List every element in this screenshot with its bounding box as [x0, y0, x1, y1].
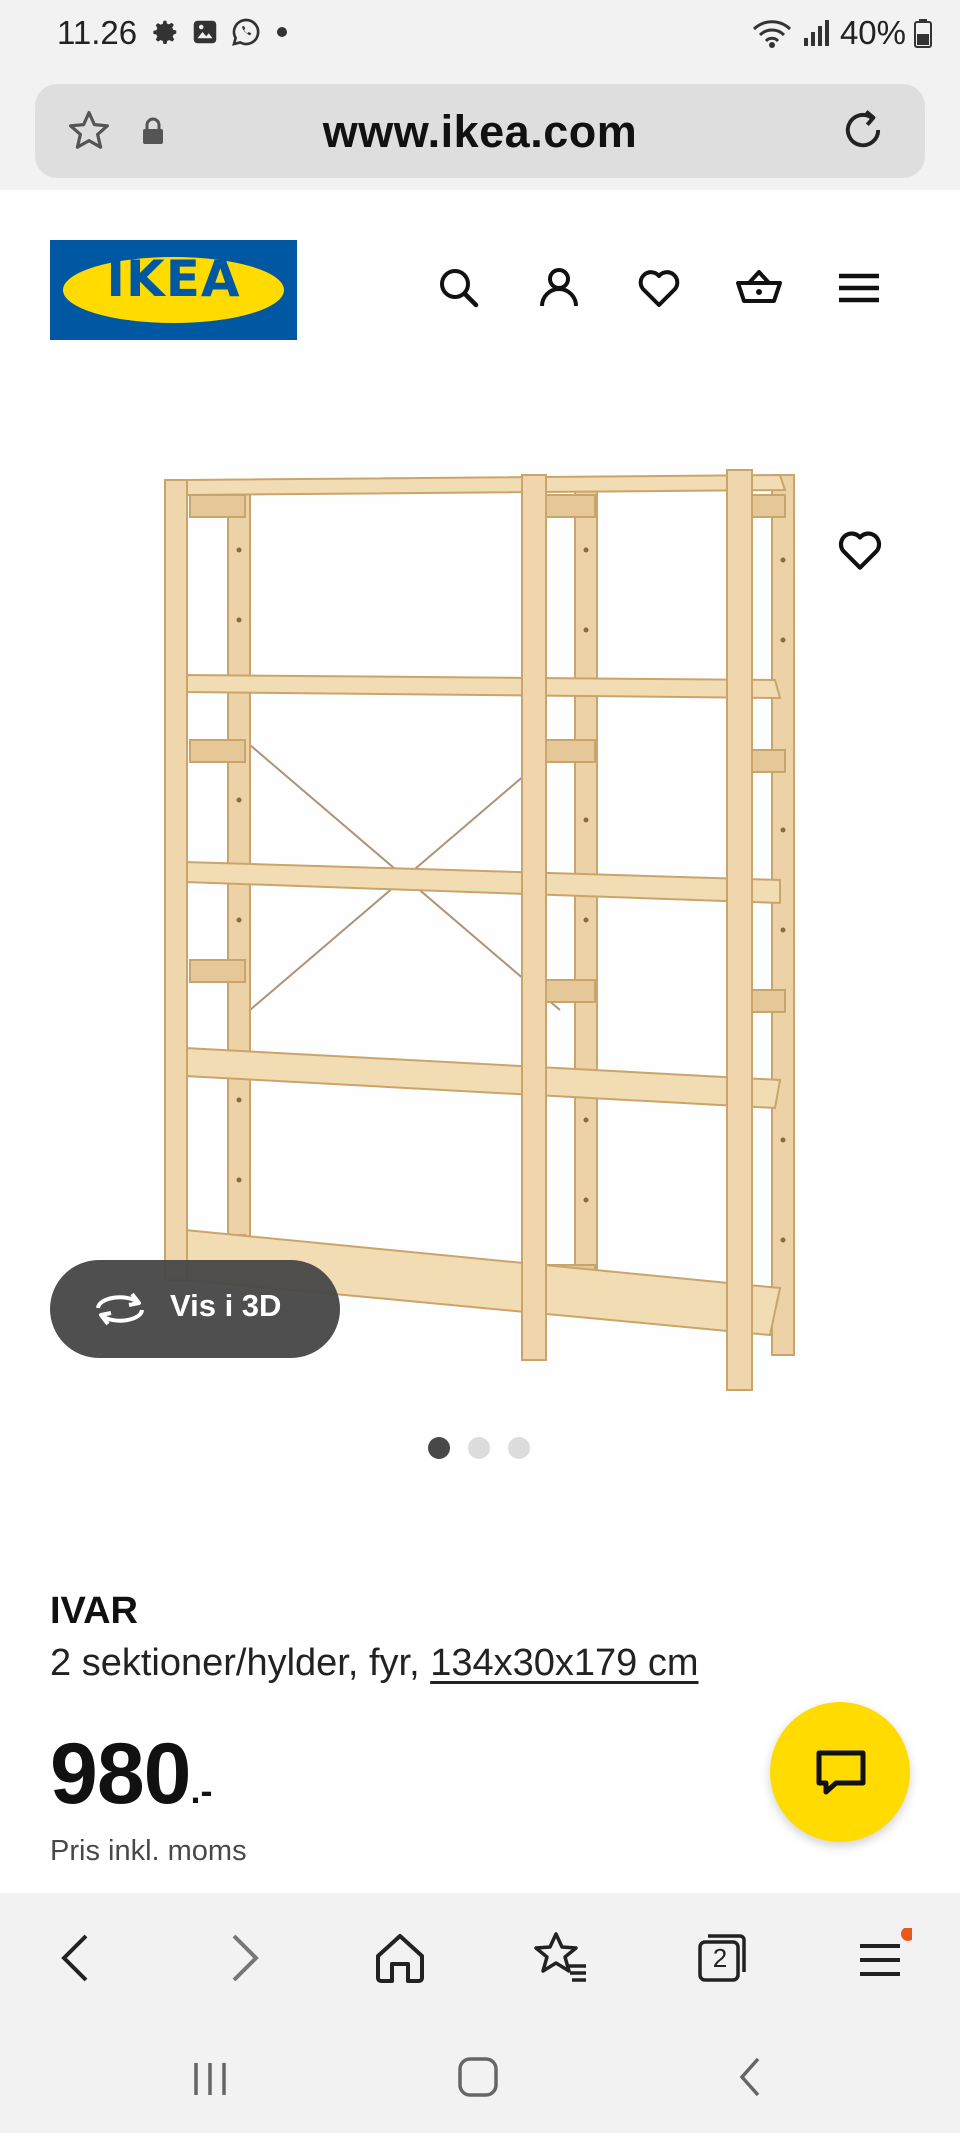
product-description: 2 sektioner/hylder, fyr, 134x30x179 cm	[50, 1642, 698, 1685]
whatsapp-icon	[232, 18, 260, 46]
battery-percent: 40%	[839, 14, 906, 51]
recent-apps-icon[interactable]	[190, 2045, 234, 2105]
menu-icon[interactable]	[834, 263, 884, 313]
rotate-3d-icon	[96, 1292, 144, 1326]
chat-icon	[816, 1750, 866, 1795]
tab-count: 2	[712, 1943, 728, 1973]
view-3d-button[interactable]: Vis i 3D	[50, 1260, 340, 1358]
product-description-text: 2 sektioner/hylder, fyr,	[50, 1642, 431, 1684]
url-bar[interactable]: www.ikea.com	[35, 84, 925, 178]
back-system-icon[interactable]	[730, 2045, 770, 2105]
dot-icon	[277, 27, 287, 37]
forward-icon[interactable]	[212, 1928, 272, 1988]
product-dimensions-link[interactable]: 134x30x179 cm	[430, 1642, 698, 1684]
heart-icon[interactable]	[634, 263, 684, 313]
view-3d-label: Vis i 3D	[170, 1288, 282, 1323]
tabs-button[interactable]: 2	[690, 1928, 750, 1988]
status-time: 11.26	[57, 14, 138, 51]
carousel-dot-3[interactable]	[508, 1437, 530, 1459]
bookmarks-icon[interactable]	[530, 1928, 590, 1988]
logo-text: IKEA	[106, 250, 241, 308]
carousel-dot-1[interactable]	[428, 1437, 450, 1459]
ikea-logo[interactable]: IKEA	[50, 240, 297, 340]
home-icon[interactable]	[370, 1928, 430, 1988]
carousel-dot-2[interactable]	[468, 1437, 490, 1459]
product-name[interactable]: IVAR	[50, 1590, 138, 1633]
account-icon[interactable]	[534, 263, 584, 313]
basket-icon[interactable]	[734, 263, 784, 313]
back-icon[interactable]	[48, 1928, 108, 1988]
carousel-dots[interactable]	[428, 1437, 530, 1459]
chat-button[interactable]	[770, 1702, 910, 1842]
search-icon[interactable]	[434, 263, 484, 313]
status-icons-right: 40%	[750, 14, 932, 52]
url-text[interactable]: www.ikea.com	[35, 106, 925, 158]
signal-icon	[803, 20, 829, 46]
price-note: Pris inkl. moms	[50, 1835, 247, 1867]
browser-menu-icon[interactable]	[852, 1928, 912, 1988]
reload-icon[interactable]	[837, 104, 889, 156]
product-price: 980.-	[50, 1725, 213, 1824]
image-icon	[193, 20, 217, 44]
price-value: 980	[50, 1726, 191, 1822]
wifi-icon	[752, 20, 791, 48]
price-suffix: .-	[190, 1770, 213, 1811]
battery-icon	[914, 19, 932, 48]
home-system-icon[interactable]	[456, 2045, 502, 2105]
status-icons-left	[150, 16, 292, 48]
favourite-heart-icon[interactable]	[832, 524, 888, 576]
gear-icon	[153, 20, 177, 45]
